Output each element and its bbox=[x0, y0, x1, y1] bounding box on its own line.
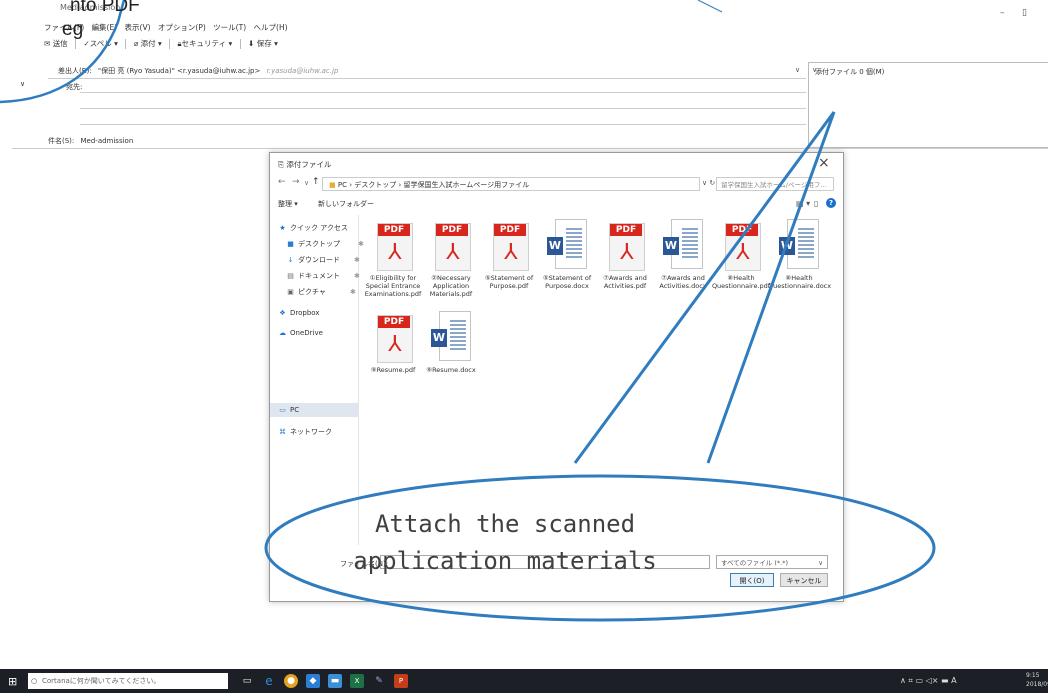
callout-overlay bbox=[0, 0, 936, 622]
clock-time: 9:15 bbox=[1026, 672, 1040, 679]
callout-text: Attach the scanned application materials bbox=[300, 506, 710, 580]
callout-line1: Attach the scanned bbox=[374, 510, 636, 538]
feather-app-icon[interactable]: ✎ bbox=[372, 674, 386, 688]
slide-accent-line bbox=[697, 0, 723, 13]
powerpoint-icon[interactable]: P bbox=[394, 674, 408, 688]
battery-icon[interactable]: ▭ bbox=[915, 676, 923, 685]
topleft-line1: nto PDF bbox=[70, 0, 140, 16]
ime-indicator-icon[interactable]: A bbox=[951, 676, 956, 685]
callout-pointer bbox=[573, 111, 836, 464]
clock-date: 2018/09 bbox=[1026, 681, 1048, 688]
app-icon[interactable]: ◆ bbox=[306, 674, 320, 688]
windows-start-icon[interactable]: ⊞ bbox=[8, 675, 17, 688]
clock[interactable]: 9:15 2018/09 bbox=[1026, 671, 1048, 689]
excel-icon[interactable]: X bbox=[350, 674, 364, 688]
notification-icon[interactable]: ▬ bbox=[941, 676, 949, 685]
tray-chevron-icon[interactable]: ∧ bbox=[900, 676, 906, 685]
topleft-instruction: nto PDF eg bbox=[0, 0, 140, 42]
file-explorer-icon[interactable]: ▬ bbox=[328, 674, 342, 688]
system-tray: ∧ ⌗ ▭ ◁× ▬ A bbox=[900, 676, 957, 686]
callout-line2: application materials bbox=[353, 547, 657, 575]
cortana-icon: ○ bbox=[31, 677, 38, 685]
task-view-icon[interactable]: ▭ bbox=[240, 674, 254, 688]
cortana-search-box[interactable]: ○ Cortanaに何か聞いてみてください。 bbox=[28, 673, 228, 689]
cortana-placeholder: Cortanaに何か聞いてみてください。 bbox=[42, 677, 161, 685]
topleft-line2: eg bbox=[62, 19, 84, 40]
volume-icon[interactable]: ◁× bbox=[926, 676, 939, 685]
edge-browser-icon[interactable]: e bbox=[262, 674, 276, 688]
network-tray-icon[interactable]: ⌗ bbox=[908, 676, 913, 685]
chrome-icon[interactable]: ● bbox=[284, 674, 298, 688]
